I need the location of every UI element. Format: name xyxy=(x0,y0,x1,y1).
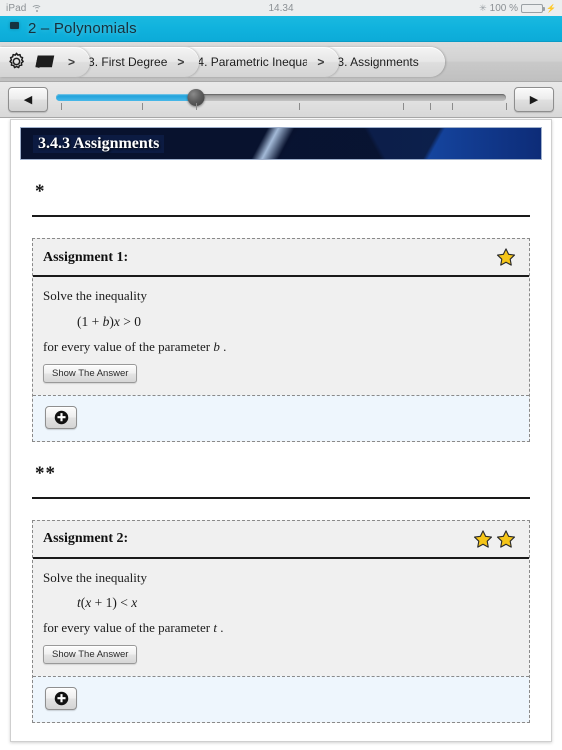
assignment-card: Assignment 2: Solve the inequality t(x + 1… xyxy=(32,519,530,724)
show-answer-button[interactable]: Show The Answer xyxy=(43,645,138,665)
breadcrumb-item-assignments[interactable]: 3. Assignments xyxy=(327,46,445,77)
assignment-section: * Assignment 1: Solve the inequality (1 + b… xyxy=(23,182,539,442)
section-divider xyxy=(32,496,530,499)
scrubber-ticks xyxy=(56,102,507,110)
battery-percent-label: 100 % xyxy=(489,2,519,14)
scrubber-tick xyxy=(299,102,300,110)
breadcrumb-item-label: 3. Assignments xyxy=(337,54,419,69)
assignment-title: Assignment 1: xyxy=(43,249,129,265)
difficulty-marker: ** xyxy=(35,462,56,484)
assignment-note-panel xyxy=(33,676,529,723)
assignment-card: Assignment 1: Solve the inequality (1 + b)… xyxy=(32,238,530,442)
plus-circle-icon xyxy=(54,410,68,424)
star-icon xyxy=(496,529,516,548)
assignments-list: * Assignment 1: Solve the inequality (1 + b… xyxy=(11,182,551,724)
difficulty-stars xyxy=(495,247,517,268)
assignment-closing-text: for every value of the parameter t . xyxy=(43,620,224,636)
app-title-bar: 2 – Polynomials xyxy=(0,16,562,42)
next-page-button[interactable]: ▶ xyxy=(514,87,554,112)
section-banner: 3.4.3 Assignments xyxy=(20,127,542,160)
status-bar-right: ✳ 100 % ⚡ xyxy=(479,3,556,14)
scrubber-tick xyxy=(452,102,453,110)
assignment-formula: (1 + b)x > 0 xyxy=(77,313,141,329)
assignment-note-panel xyxy=(33,394,529,441)
breadcrumb-item-parametric-inequalities[interactable]: 4. Parametric Inequalitie > xyxy=(187,46,340,77)
plus-circle-icon xyxy=(54,691,68,706)
assignment-prompt: Solve the inequality xyxy=(43,569,147,585)
book-icon xyxy=(10,22,19,29)
bluetooth-icon: ✳ xyxy=(479,2,487,13)
breadcrumb-item-first-degree[interactable]: 3. First Degree > xyxy=(78,46,200,77)
breadcrumb-separator: > xyxy=(68,54,76,69)
scrubber-fill xyxy=(56,93,196,101)
page-navigation-bar: ◀ ▶ xyxy=(0,82,562,118)
ios-status-bar: iPad 14.34 ✳ 100 % ⚡ xyxy=(0,0,562,16)
page-title: 2 – Polynomials xyxy=(28,20,137,37)
scrubber-tick xyxy=(141,102,143,110)
section-banner-title: 3.4.3 Assignments xyxy=(33,134,165,153)
lesson-page: 3.4.3 Assignments * Assignment 1: Solve th… xyxy=(10,119,552,742)
scrubber-tick xyxy=(195,102,197,110)
status-bar-clock: 14.34 xyxy=(268,2,294,14)
scrubber-tick xyxy=(429,102,431,110)
scrubber-tick xyxy=(506,102,507,110)
charging-icon: ⚡ xyxy=(546,3,556,13)
show-answer-button[interactable]: Show The Answer xyxy=(43,363,138,383)
star-icon xyxy=(473,529,493,548)
add-note-button[interactable] xyxy=(45,687,77,711)
assignment-title: Assignment 2: xyxy=(43,531,129,547)
breadcrumb-item-label: 3. First Degree xyxy=(88,54,168,69)
section-divider xyxy=(32,215,530,217)
battery-icon xyxy=(521,3,546,13)
assignment-body: Solve the inequality (1 + b)x > 0 for ever… xyxy=(33,277,529,395)
assignment-section: ** Assignment 2: Solve the inequality t(x +… xyxy=(23,464,539,724)
previous-page-button[interactable]: ◀ xyxy=(8,87,48,112)
add-note-button[interactable] xyxy=(45,405,77,429)
breadcrumb-item-label: 4. Parametric Inequalitie xyxy=(197,54,307,69)
book-icon[interactable] xyxy=(34,53,58,70)
scrubber-tick xyxy=(60,102,62,110)
assignment-formula: t(x + 1) < x xyxy=(77,595,138,611)
assignment-header: Assignment 2: xyxy=(33,521,529,559)
difficulty-stars xyxy=(472,529,517,550)
assignment-closing-text: for every value of the parameter b . xyxy=(43,338,227,354)
star-icon xyxy=(496,248,516,266)
assignment-body: Solve the inequality t(x + 1) < x for ever… xyxy=(33,559,529,677)
breadcrumb: > 3. First Degree > 4. Parametric Inequa… xyxy=(0,42,562,82)
gear-icon[interactable] xyxy=(6,51,27,72)
breadcrumb-separator: > xyxy=(317,54,325,69)
breadcrumb-separator: > xyxy=(177,54,185,69)
breadcrumb-home-crumb[interactable]: > xyxy=(0,46,91,77)
assignment-header: Assignment 1: xyxy=(33,239,529,277)
assignment-prompt: Solve the inequality xyxy=(43,288,147,303)
scrubber-tick xyxy=(402,102,404,110)
page-scrubber[interactable] xyxy=(56,88,507,112)
difficulty-marker: * xyxy=(35,181,46,202)
